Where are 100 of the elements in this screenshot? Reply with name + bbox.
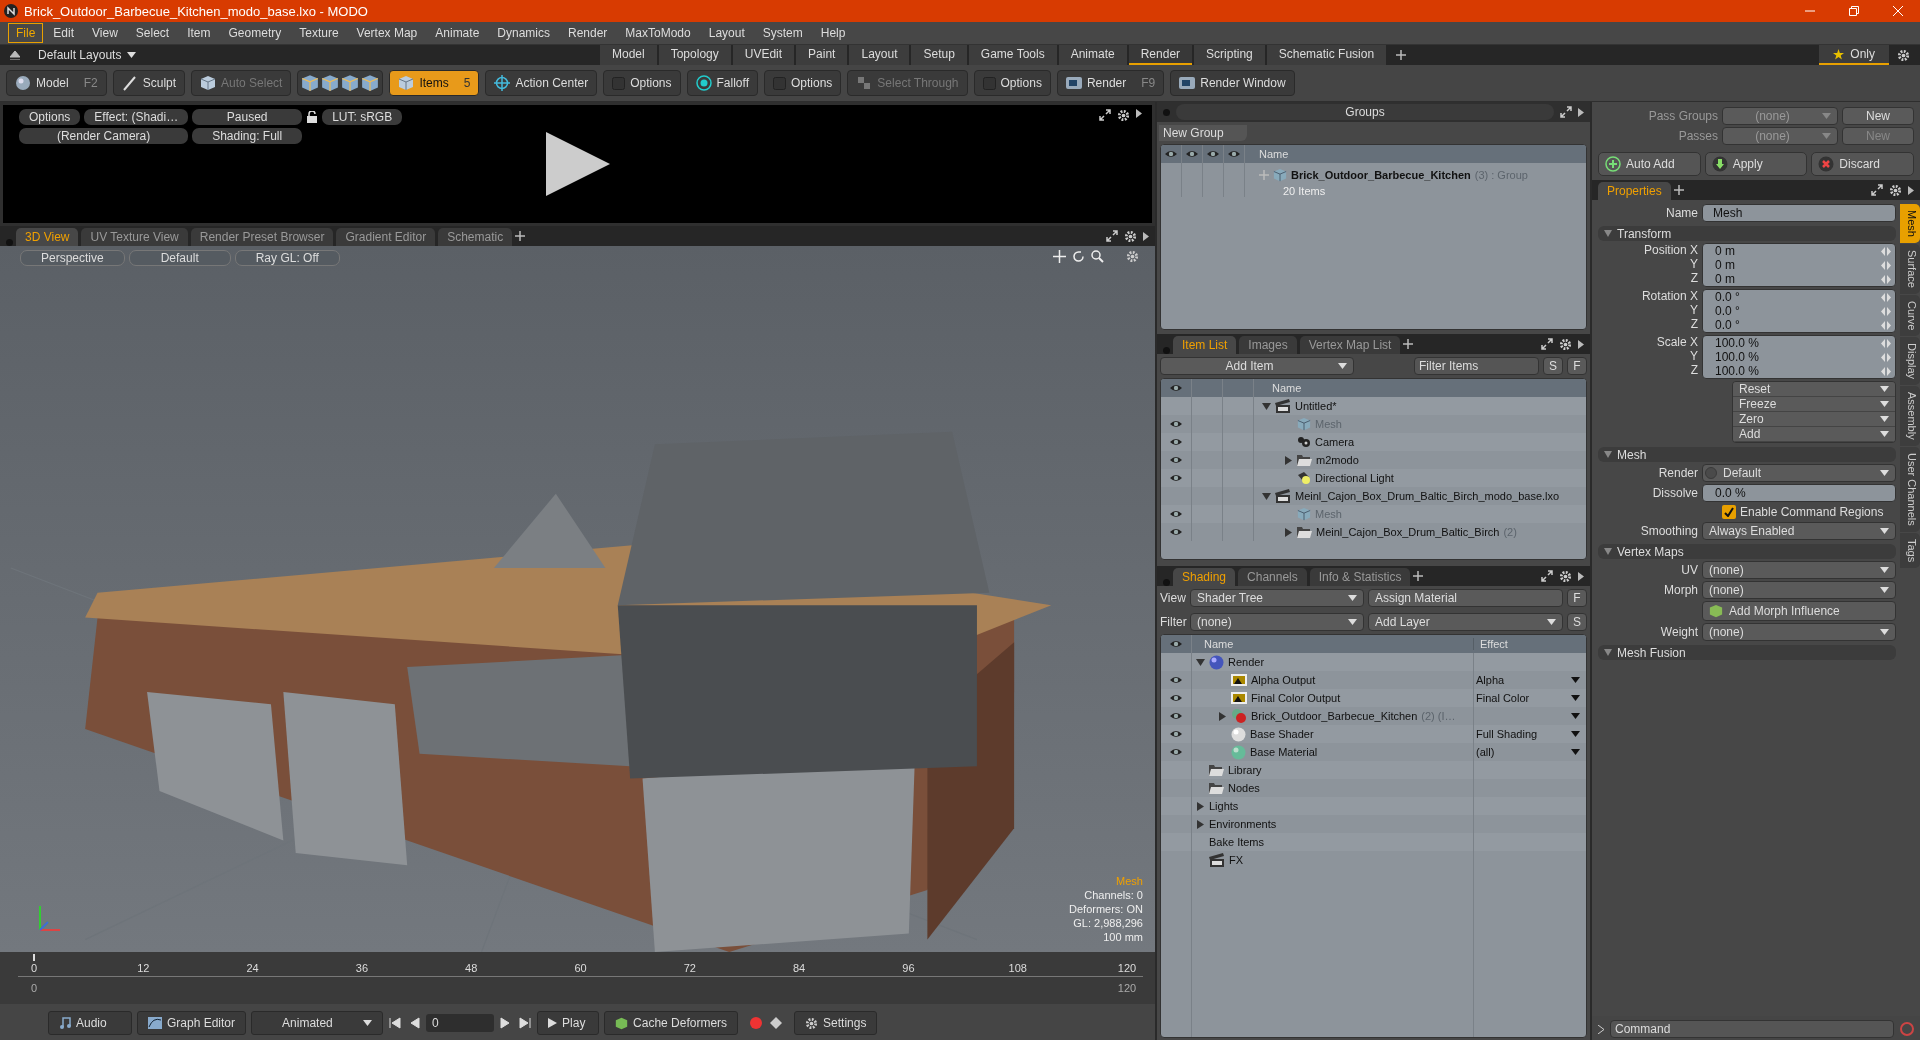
checkbox-icon[interactable]: [612, 76, 626, 90]
dropdown-arrow-icon[interactable]: [1348, 595, 1357, 601]
side-tab[interactable]: Tags: [1900, 532, 1920, 568]
menu-item[interactable]: Layout: [700, 23, 753, 43]
menu-item[interactable]: Vertex Map: [348, 23, 426, 43]
slider-arrows-icon[interactable]: [1881, 292, 1891, 302]
timeline-ruler[interactable]: 0 12 24 36 48 60 72 84 96 108 120 0 120: [18, 952, 1143, 1004]
dropdown-arrow-icon[interactable]: [1880, 587, 1889, 593]
gear-icon[interactable]: [1897, 48, 1910, 62]
pass-action-button[interactable]: Discard: [1811, 152, 1914, 176]
settings-button[interactable]: Settings: [794, 1011, 878, 1035]
group-name[interactable]: Brick_Outdoor_Barbecue_Kitchen: [1291, 169, 1471, 181]
menu-item[interactable]: System: [754, 23, 811, 43]
eye-icon[interactable]: [1169, 419, 1183, 429]
slider-arrows-icon[interactable]: [1881, 320, 1891, 330]
gear-icon[interactable]: [1889, 183, 1902, 197]
preview-option-button[interactable]: Paused: [192, 109, 303, 125]
menu-item[interactable]: View: [84, 23, 126, 43]
toolbar-button[interactable]: Render Window: [1170, 70, 1295, 96]
menu-dropdown[interactable]: Add: [1733, 427, 1895, 442]
shader-item-name[interactable]: Lights: [1209, 800, 1239, 812]
eye-icon[interactable]: [1169, 473, 1183, 483]
add-layer-dropdown[interactable]: Add Layer: [1368, 613, 1563, 631]
eye-icon[interactable]: [1169, 437, 1183, 447]
menu-item[interactable]: Render: [560, 23, 616, 43]
view-tab[interactable]: Schematic: [438, 228, 513, 246]
eye-icon[interactable]: [1169, 455, 1183, 465]
shader-item-name[interactable]: Bake Items: [1209, 836, 1265, 848]
expand-arrow-icon[interactable]: [1284, 455, 1293, 465]
menu-item[interactable]: Help: [812, 23, 854, 43]
add-tab-icon[interactable]: [1396, 50, 1407, 60]
rotate-icon[interactable]: [1072, 250, 1085, 263]
slider-arrows-icon[interactable]: [1881, 306, 1891, 316]
item-name[interactable]: m2modo: [1316, 454, 1359, 466]
channel-dot-icon[interactable]: [1705, 467, 1717, 479]
filter-dropdown[interactable]: (none): [1190, 613, 1364, 631]
name-field[interactable]: Mesh: [1702, 204, 1896, 222]
maximize-icon[interactable]: [1560, 106, 1572, 118]
eye-icon[interactable]: [1169, 747, 1183, 757]
panel-arrow-icon[interactable]: [1143, 231, 1149, 241]
toolbar-button[interactable]: Options: [603, 70, 681, 96]
slider-arrows-icon[interactable]: [1881, 338, 1891, 348]
f-button[interactable]: F: [1567, 589, 1587, 607]
preview-option-button[interactable]: Effect: (Shadi…: [84, 109, 189, 125]
menu-dropdown[interactable]: Reset: [1733, 382, 1895, 397]
menu-dropdown[interactable]: Freeze: [1733, 397, 1895, 412]
preview-option-button[interactable]: Shading: Full: [192, 128, 303, 144]
side-tab[interactable]: Curve: [1900, 294, 1920, 337]
panel-tab[interactable]: Properties: [1598, 182, 1671, 200]
gear-icon[interactable]: [1559, 569, 1572, 583]
collapse-arrow-icon[interactable]: [1604, 451, 1612, 458]
property-value[interactable]: 0.0 °: [1707, 304, 1875, 318]
checkbox-icon[interactable]: [773, 76, 786, 90]
dropdown[interactable]: (none): [1702, 623, 1896, 641]
collapse-arrow-icon[interactable]: [1604, 548, 1612, 555]
dropdown[interactable]: Always Enabled: [1702, 522, 1896, 540]
step-forward-icon[interactable]: [518, 1017, 533, 1029]
shader-item-name[interactable]: Alpha Output: [1251, 674, 1316, 686]
section-title[interactable]: Mesh: [1617, 447, 1647, 462]
viewport-option-button[interactable]: Ray GL: Off: [234, 250, 340, 266]
dropdown[interactable]: (none): [1702, 561, 1896, 579]
view-tab[interactable]: Render Preset Browser: [190, 228, 334, 246]
layout-selector[interactable]: Default Layouts: [38, 48, 122, 62]
property-value[interactable]: 100.0 %: [1707, 336, 1875, 350]
command-field[interactable]: Command: [1610, 1020, 1894, 1038]
toolbar-button[interactable]: Sculpt: [112, 70, 186, 96]
panel-arrow-icon[interactable]: [1136, 109, 1142, 118]
panel-tab[interactable]: Info & Statistics: [1309, 568, 1411, 586]
checkbox[interactable]: [1722, 505, 1736, 519]
shader-item-name[interactable]: Brick_Outdoor_Barbecue_Kitchen: [1251, 710, 1418, 722]
menu-item[interactable]: Edit: [45, 23, 83, 43]
add-morph-button[interactable]: Add Morph Influence: [1702, 601, 1896, 621]
s-button[interactable]: S: [1543, 357, 1563, 375]
eye-icon[interactable]: [1227, 149, 1241, 159]
maximize-icon[interactable]: [1871, 184, 1883, 196]
toolbar-button[interactable]: Options: [764, 70, 842, 96]
view-tab[interactable]: 3D View: [16, 228, 79, 246]
preview-option-button[interactable]: (Render Camera): [19, 128, 189, 144]
shader-item-name[interactable]: Render: [1228, 656, 1265, 668]
menu-item[interactable]: Item: [179, 23, 219, 43]
expand-arrow-icon[interactable]: [1284, 527, 1293, 537]
shader-item-name[interactable]: FX: [1229, 854, 1244, 866]
property-value[interactable]: 0 m: [1707, 272, 1875, 286]
shader-item-name[interactable]: Final Color Output: [1251, 692, 1341, 704]
panel-tab[interactable]: Images: [1239, 336, 1297, 354]
gear-icon[interactable]: [1117, 109, 1130, 122]
panel-tab[interactable]: Channels: [1238, 568, 1307, 586]
layout-arrow-icon[interactable]: [10, 50, 20, 60]
s-button[interactable]: S: [1567, 613, 1587, 631]
add-tab-icon[interactable]: [1403, 339, 1414, 349]
shader-item-name[interactable]: Base Shader: [1250, 728, 1314, 740]
toolbar-button[interactable]: Action Center: [485, 70, 598, 96]
layout-tab[interactable]: Scripting: [1194, 45, 1265, 65]
layout-tab[interactable]: Model: [600, 45, 657, 65]
menu-item[interactable]: Dynamics: [489, 23, 558, 43]
assign-material-button[interactable]: Assign Material: [1368, 589, 1563, 607]
side-tab[interactable]: Mesh: [1900, 204, 1920, 243]
viewport-option-button[interactable]: Default: [128, 250, 231, 266]
gear-icon[interactable]: [805, 1016, 819, 1030]
play-icon[interactable]: [545, 132, 610, 196]
